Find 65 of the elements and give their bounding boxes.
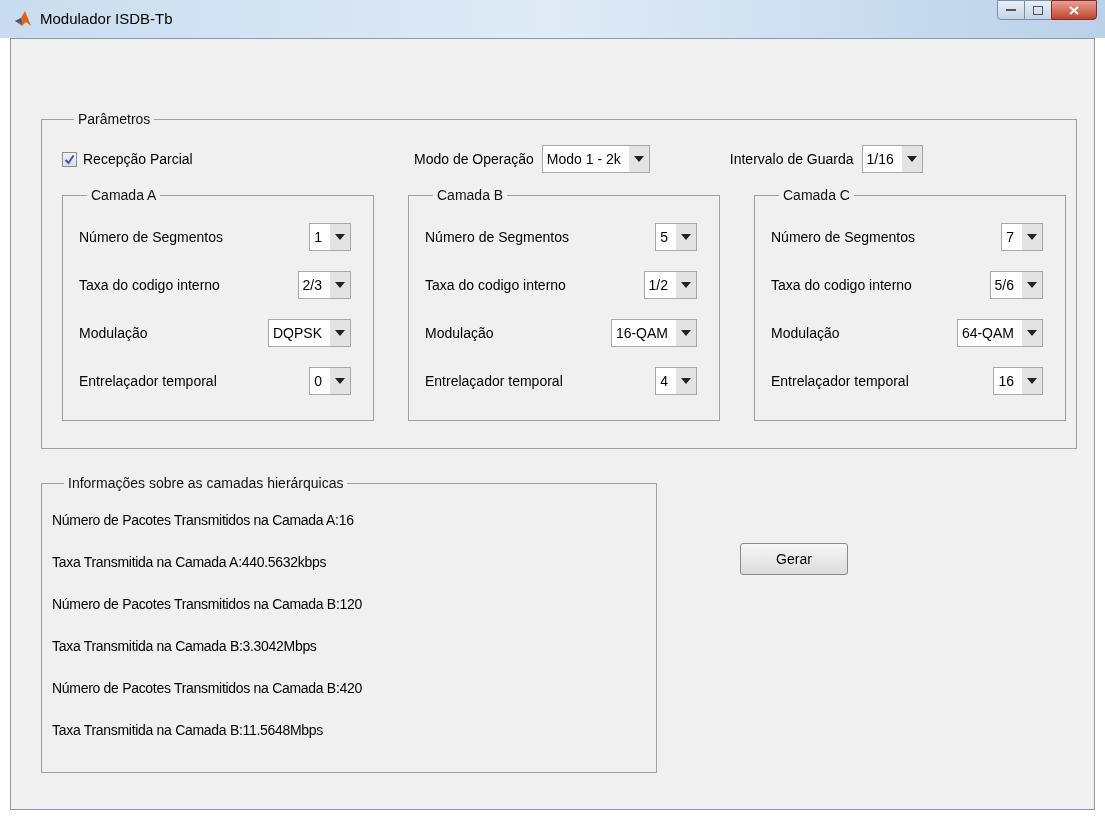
dropdown[interactable]: 5 <box>655 223 697 251</box>
dropdown[interactable]: DQPSK <box>268 319 351 347</box>
field-label: Entrelaçador temporal <box>78 371 217 391</box>
dropdown[interactable]: 4 <box>655 367 697 395</box>
caret-icon <box>681 234 691 240</box>
caret-icon <box>1027 234 1037 240</box>
group-title: Parâmetros <box>78 111 151 127</box>
caret-icon <box>335 282 345 288</box>
close-button[interactable] <box>1051 0 1097 20</box>
info-text: Taxa Transmitida na Camada B:11.5648Mbps <box>52 720 323 740</box>
app-icon <box>14 10 32 28</box>
field-label: Taxa do codigo interno <box>424 275 566 295</box>
info-text: Número de Pacotes Transmitidos na Camada A:16 <box>52 510 354 530</box>
minimize-icon <box>1006 8 1016 12</box>
field-label: Taxa do codigo interno <box>78 275 220 295</box>
caret-icon <box>335 330 345 336</box>
field-label: Número de Segmentos <box>424 227 569 247</box>
info-text: Número de Pacotes Transmitidos na Camada B:120 <box>52 594 362 614</box>
info-text: Taxa Transmitida na Camada A:440.5632kbps <box>52 552 327 572</box>
dropdown[interactable]: 64-QAM <box>956 319 1043 347</box>
caret-icon <box>1027 282 1037 288</box>
field-label: Intervalo de Guarda <box>729 149 854 169</box>
dropdown[interactable]: 1/2 <box>643 271 697 299</box>
field-label: Modo de Operação <box>414 149 534 169</box>
caret-icon <box>335 234 345 240</box>
caret-icon <box>681 330 691 336</box>
window-title: Modulador ISDB-Tb <box>40 8 173 29</box>
group-title: Informações sobre as camadas hierárquicas <box>68 475 344 491</box>
field-label: Número de Segmentos <box>770 227 915 247</box>
field-label: Modulação <box>424 323 494 343</box>
dropdown[interactable]: 1/16 <box>861 145 923 173</box>
dropdown[interactable]: 5/6 <box>989 271 1043 299</box>
caret-icon <box>681 378 691 384</box>
dropdown[interactable]: 16 <box>993 367 1043 395</box>
generate-button[interactable]: Gerar <box>740 543 848 575</box>
dropdown[interactable]: 1 <box>309 223 351 251</box>
close-icon <box>1069 5 1079 15</box>
dropdown[interactable]: Modo 1 - 2k <box>541 145 650 173</box>
checkbox[interactable] <box>62 151 77 167</box>
maximize-button[interactable] <box>1025 0 1051 20</box>
field-label: Número de Segmentos <box>78 227 223 247</box>
group-title: Camada B <box>437 187 504 203</box>
field-label: Modulação <box>78 323 148 343</box>
caret-icon <box>1027 378 1037 384</box>
field-label: Modulação <box>770 323 840 343</box>
checkbox-label: Recepção Parcial <box>83 149 193 169</box>
caret-icon <box>633 156 644 162</box>
field-label: Taxa do codigo interno <box>770 275 912 295</box>
caret-icon <box>681 282 691 288</box>
field-label: Entrelaçador temporal <box>424 371 563 391</box>
group-title: Camada A <box>91 187 157 203</box>
info-text: Taxa Transmitida na Camada B:3.3042Mbps <box>52 636 317 656</box>
dropdown[interactable]: 7 <box>1001 223 1043 251</box>
info-text: Número de Pacotes Transmitidos na Camada B:420 <box>52 678 362 698</box>
caret-icon <box>335 378 345 384</box>
minimize-button[interactable] <box>997 0 1025 20</box>
dropdown[interactable]: 2/3 <box>297 271 351 299</box>
dropdown[interactable]: 0 <box>309 367 351 395</box>
group-title: Camada C <box>783 187 850 203</box>
caret-icon <box>1027 330 1037 336</box>
dropdown[interactable]: 16-QAM <box>610 319 697 347</box>
caret-icon <box>906 156 917 162</box>
checkmark-icon <box>64 153 75 165</box>
maximize-icon <box>1033 5 1043 15</box>
field-label: Entrelaçador temporal <box>770 371 909 391</box>
